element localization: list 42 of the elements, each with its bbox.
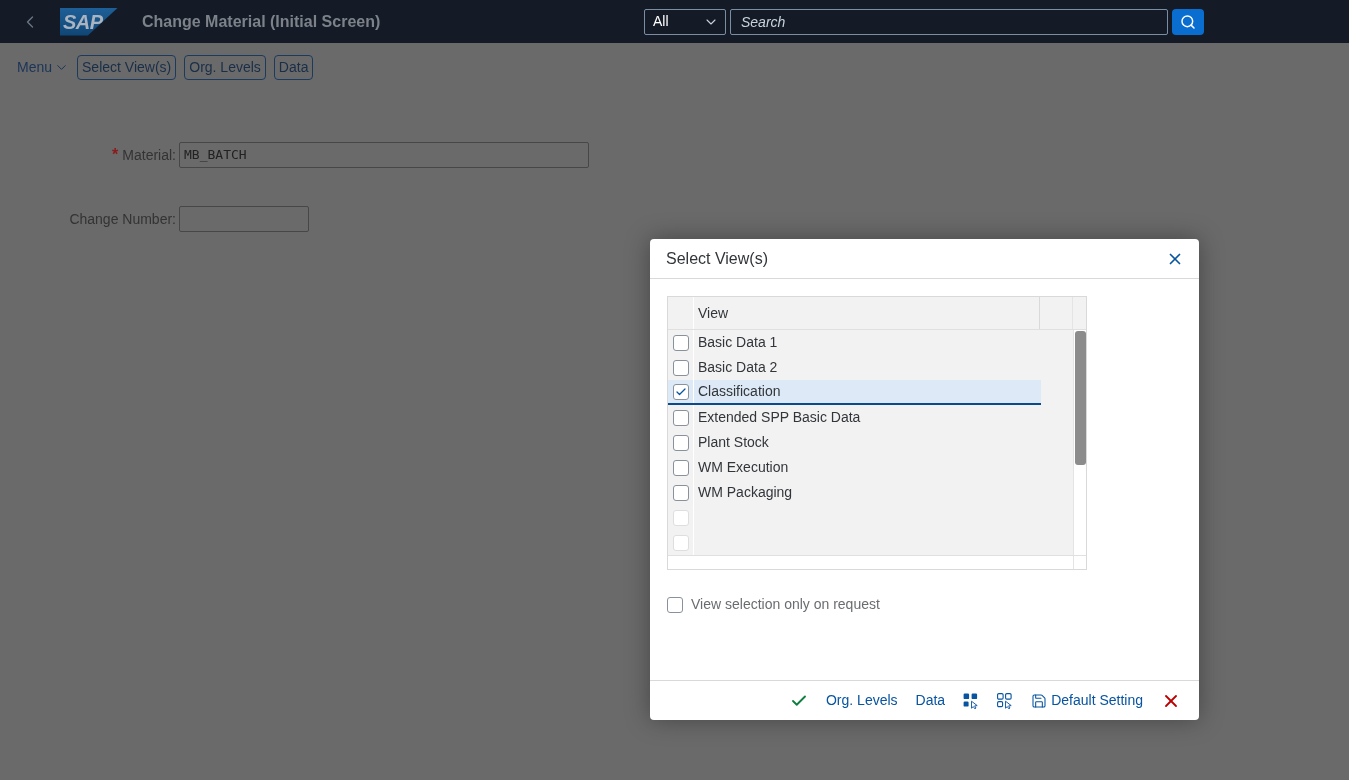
table-row[interactable]: Plant Stock [668, 430, 1041, 455]
checkbox[interactable] [672, 334, 689, 351]
checkbox-label: View selection only on request [691, 595, 880, 614]
checkbox[interactable] [672, 409, 689, 426]
table-cell-text: Basic Data 2 [697, 358, 779, 377]
footer-button[interactable]: Org. Levels [820, 687, 904, 714]
field-label: Change Number: [69, 209, 176, 229]
checkbox[interactable] [667, 596, 683, 613]
checkbox[interactable] [672, 484, 689, 501]
checkbox[interactable] [672, 383, 689, 400]
checkbox[interactable] [672, 359, 689, 376]
save-icon [1031, 692, 1048, 709]
table-row[interactable]: WM Execution [668, 455, 1041, 480]
table-cell-text: WM Execution [697, 458, 790, 477]
table-row[interactable]: Classification [668, 380, 1041, 405]
table-cell-text: Extended SPP Basic Data [697, 408, 862, 427]
default-setting-button[interactable]: Default Setting [1025, 687, 1149, 714]
scrollbar-thumb[interactable] [1074, 331, 1086, 465]
table-cell-text: WM Packaging [697, 483, 794, 502]
deselect-all-icon [997, 692, 1014, 709]
search-icon [1180, 13, 1196, 30]
table-row[interactable]: Extended SPP Basic Data [668, 405, 1041, 430]
logo: SAP [60, 7, 118, 36]
page-title: Change Material (Initial Screen) [142, 11, 381, 32]
scope-dropdown[interactable]: All [644, 8, 726, 35]
table-row[interactable]: Basic Data 1 [668, 330, 1041, 355]
search-field[interactable]: Search [730, 8, 1168, 35]
field-label: Material: [122, 145, 176, 165]
search-button[interactable] [1172, 8, 1204, 35]
checkbox[interactable] [672, 459, 689, 476]
table-cell-text: Classification [697, 382, 782, 401]
table-cell-text: Basic Data 1 [697, 333, 779, 352]
column-header: View [694, 297, 1040, 329]
table-cell-text: Plant Stock [697, 433, 770, 452]
checkbox[interactable] [672, 434, 689, 451]
dialog-title: Select View(s) [666, 248, 768, 269]
select-all-icon [963, 692, 980, 709]
footer-button[interactable]: Data [909, 687, 952, 714]
table-row[interactable]: Basic Data 2 [668, 355, 1041, 380]
table-row[interactable]: WM Packaging [668, 480, 1041, 505]
required-mark: * [112, 147, 119, 163]
input-field[interactable] [179, 206, 309, 232]
